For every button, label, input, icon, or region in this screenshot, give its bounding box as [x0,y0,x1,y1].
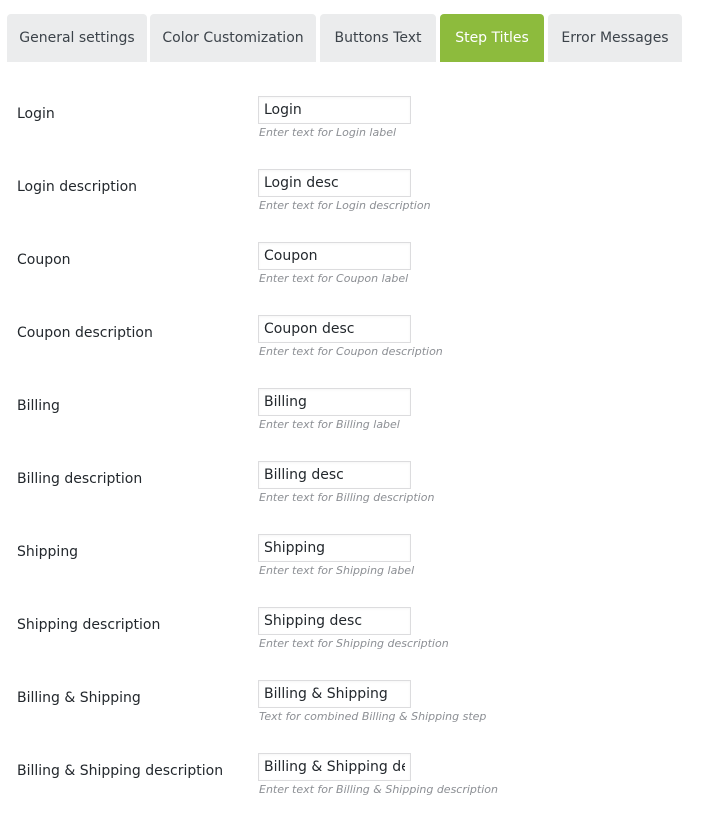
field-description: Enter text for Shipping description [259,637,449,650]
field-row-billing: Billing Enter text for Billing label [0,388,703,461]
field-label: Shipping [17,544,79,560]
field-description: Enter text for Login label [259,126,397,139]
field-row-coupon-description: Coupon description Enter text for Coupon… [0,315,703,388]
tab-buttons-text[interactable]: Buttons Text [320,14,436,62]
tab-color-customization[interactable]: Color Customization [150,14,316,62]
field-label: Billing & Shipping [17,690,141,706]
field-description: Enter text for Coupon label [259,272,409,285]
field-row-shipping-description: Shipping description Enter text for Ship… [0,607,703,680]
field-row-billing-shipping-description: Billing & Shipping description Enter tex… [0,753,703,826]
field-label: Login [17,106,55,122]
login-description-input[interactable] [258,169,411,197]
billing-shipping-input[interactable] [258,680,411,708]
field-description: Enter text for Login description [259,199,431,212]
field-label: Coupon [17,252,71,268]
field-row-billing-description: Billing description Enter text for Billi… [0,461,703,534]
billing-description-input[interactable] [258,461,411,489]
coupon-description-input[interactable] [258,315,411,343]
field-description: Enter text for Billing label [259,418,400,431]
field-label: Billing [17,398,60,414]
login-input[interactable] [258,96,411,124]
field-label: Coupon description [17,325,153,341]
field-label: Billing & Shipping description [17,763,224,779]
shipping-input[interactable] [258,534,411,562]
field-label: Login description [17,179,138,195]
field-row-shipping: Shipping Enter text for Shipping label [0,534,703,607]
field-row-billing-shipping: Billing & Shipping Text for combined Bil… [0,680,703,753]
field-description: Enter text for Billing description [259,491,435,504]
field-description: Enter text for Billing & Shipping descri… [259,783,498,796]
field-label: Shipping description [17,617,161,633]
tab-error-messages[interactable]: Error Messages [548,14,682,62]
field-row-login-description: Login description Enter text for Login d… [0,169,703,242]
tab-step-titles[interactable]: Step Titles [440,14,544,62]
billing-shipping-description-input[interactable] [258,753,411,781]
field-description: Enter text for Coupon description [259,345,443,358]
field-row-login: Login Enter text for Login label [0,96,703,169]
billing-input[interactable] [258,388,411,416]
shipping-description-input[interactable] [258,607,411,635]
field-label: Billing description [17,471,143,487]
tab-general-settings[interactable]: General settings [7,14,147,62]
field-description: Text for combined Billing & Shipping ste… [259,710,487,723]
field-row-coupon: Coupon Enter text for Coupon label [0,242,703,315]
coupon-input[interactable] [258,242,411,270]
field-description: Enter text for Shipping label [259,564,415,577]
